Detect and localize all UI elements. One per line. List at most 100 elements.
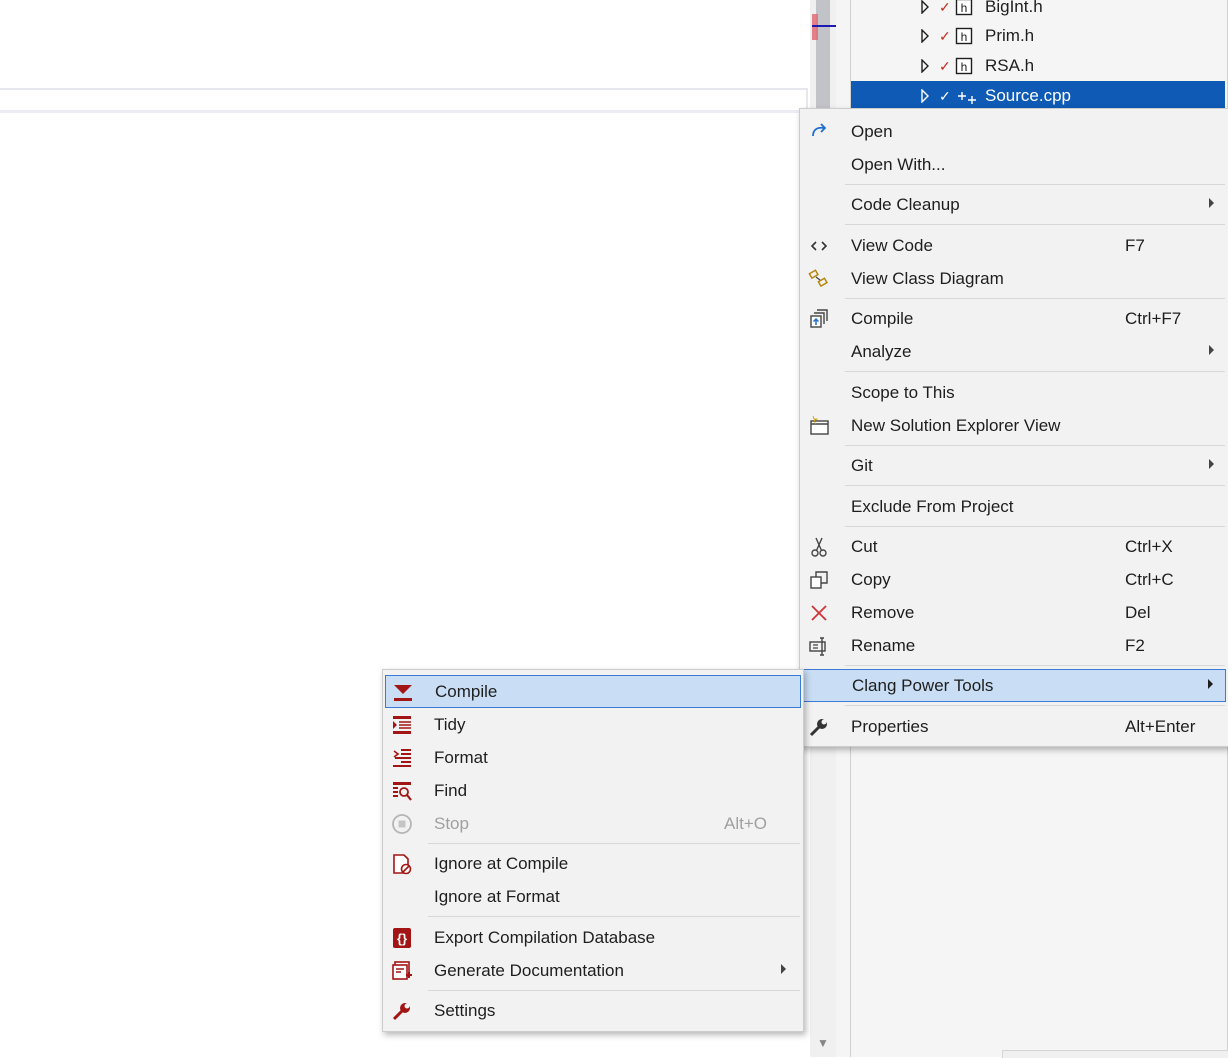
menu-separator [428,990,800,991]
menu-item-label: Open With... [851,155,946,174]
menu-item-label: Code Cleanup [851,195,960,214]
scroll-down-arrow-icon[interactable]: ▼ [816,1036,830,1050]
menu-item-label: View Class Diagram [851,269,1004,288]
menu-item-compile[interactable]: Compile Ctrl+F7 [802,302,1226,335]
menu-item-properties[interactable]: Properties Alt+Enter [802,710,1226,743]
menu-item-label: Properties [851,717,929,736]
tree-item-label: BigInt.h [985,0,1043,16]
menu-item-label: Stop [434,814,469,833]
menu-item-label: Format [434,748,488,767]
export-db-icon: {} [393,928,411,948]
submenu-item-format[interactable]: Format [385,741,801,774]
clang-tidy-icon [393,716,411,734]
menu-item-scope-to-this[interactable]: Scope to This [802,376,1226,409]
submenu-item-find[interactable]: Find [385,774,801,807]
context-menu: Open Open With... Code Cleanup View Code… [799,108,1228,747]
cpp-file-icon [958,92,976,104]
code-brackets-icon [810,241,828,251]
menu-item-code-cleanup[interactable]: Code Cleanup [802,188,1226,221]
menu-item-label: View Code [851,236,933,255]
clang-format-icon [393,749,411,767]
menu-item-open-with[interactable]: Open With... [802,148,1226,181]
menu-separator [845,526,1225,527]
compile-icon [810,309,828,328]
menu-item-new-solution-explorer-view[interactable]: New Solution Explorer View [802,409,1226,442]
header-file-icon: h [955,27,973,45]
menu-item-label: Clang Power Tools [852,676,994,695]
menu-item-view-code[interactable]: View Code F7 [802,229,1226,262]
checked-in-icon: ✓ [939,0,951,15]
menu-item-label: Remove [851,603,915,622]
checked-in-icon: ✓ [939,57,951,74]
menu-item-label: Generate Documentation [434,961,624,980]
header-file-icon: h [955,0,973,16]
menu-item-copy[interactable]: Copy Ctrl+C [802,563,1226,596]
clang-compile-icon [394,685,412,701]
shortcut-label: F2 [1125,636,1145,655]
submenu-item-ignore-at-compile[interactable]: Ignore at Compile [385,847,801,880]
menu-item-clang-power-tools[interactable]: Clang Power Tools [802,669,1226,702]
stop-icon [392,814,412,834]
submenu-item-export-compilation-database[interactable]: {} Export Compilation Database [385,921,801,954]
shortcut-label: Ctrl+F7 [1125,309,1182,328]
tree-item-source-cpp[interactable]: ✓ Source.cpp [851,81,1225,111]
shortcut-label: Ctrl+C [1125,570,1174,589]
expand-triangle-icon[interactable] [920,0,930,14]
menu-item-label: Tidy [434,715,466,734]
wrench-icon [809,719,827,737]
menu-separator [845,298,1225,299]
red-x-icon [811,605,827,621]
menu-separator [845,224,1225,225]
header-file-icon: h [955,57,973,75]
copy-icon [810,571,828,589]
menu-item-analyze[interactable]: Analyze [802,335,1226,368]
tree-item-bigint[interactable]: ✓ h BigInt.h [851,0,1225,22]
menu-item-label: Scope to This [851,383,955,402]
menu-item-remove[interactable]: Remove Del [802,596,1226,629]
generate-doc-icon [392,961,412,980]
tree-item-label: Prim.h [985,26,1035,45]
new-window-icon [810,415,829,435]
menu-separator [845,445,1225,446]
expand-triangle-icon[interactable] [920,29,930,43]
shortcut-label: Ctrl+X [1125,537,1173,556]
menu-item-label: Compile [851,309,914,328]
menu-separator [428,916,800,917]
shortcut-label: Del [1125,603,1151,622]
submenu-item-tidy[interactable]: Tidy [385,708,801,741]
menu-item-git[interactable]: Git [802,449,1226,482]
menu-item-label: Settings [434,1001,496,1020]
submenu-item-generate-documentation[interactable]: Generate Documentation [385,954,801,987]
menu-item-open[interactable]: Open [802,115,1226,148]
menu-item-view-class-diagram[interactable]: View Class Diagram [802,262,1226,295]
editor-divider [806,88,808,110]
settings-wrench-icon [392,1003,410,1021]
scrollbar-thumb[interactable] [816,0,830,120]
submenu-arrow-icon [1209,198,1214,208]
menu-separator [845,184,1225,185]
menu-item-label: Cut [851,537,878,556]
svg-text:h: h [961,30,968,44]
tree-item-label: Source.cpp [985,86,1071,105]
shortcut-label: Alt+O [724,814,767,833]
menu-item-label: Ignore at Format [434,887,560,906]
submenu-item-settings[interactable]: Settings [385,994,801,1027]
expand-triangle-icon[interactable] [920,59,930,73]
editor-divider [0,88,808,90]
expand-triangle-icon[interactable] [920,89,930,103]
menu-item-label: Copy [851,570,891,589]
menu-item-cut[interactable]: Cut Ctrl+X [802,530,1226,563]
tree-item-rsa[interactable]: ✓ h RSA.h [851,51,1225,81]
menu-item-label: Open [851,122,893,141]
menu-item-exclude-from-project[interactable]: Exclude From Project [802,490,1226,523]
svg-text:h: h [961,60,968,74]
submenu-item-compile[interactable]: Compile [385,675,801,708]
tree-item-prim[interactable]: ✓ h Prim.h [851,21,1225,51]
menu-item-label: Analyze [851,342,912,361]
submenu-item-stop[interactable]: Stop Alt+O [385,807,801,840]
submenu-item-ignore-at-format[interactable]: Ignore at Format [385,880,801,913]
menu-separator [428,843,800,844]
menu-item-rename[interactable]: Rename F2 [802,629,1226,662]
menu-item-label: Find [434,781,468,800]
scrollbar-caret-marker [812,25,838,27]
